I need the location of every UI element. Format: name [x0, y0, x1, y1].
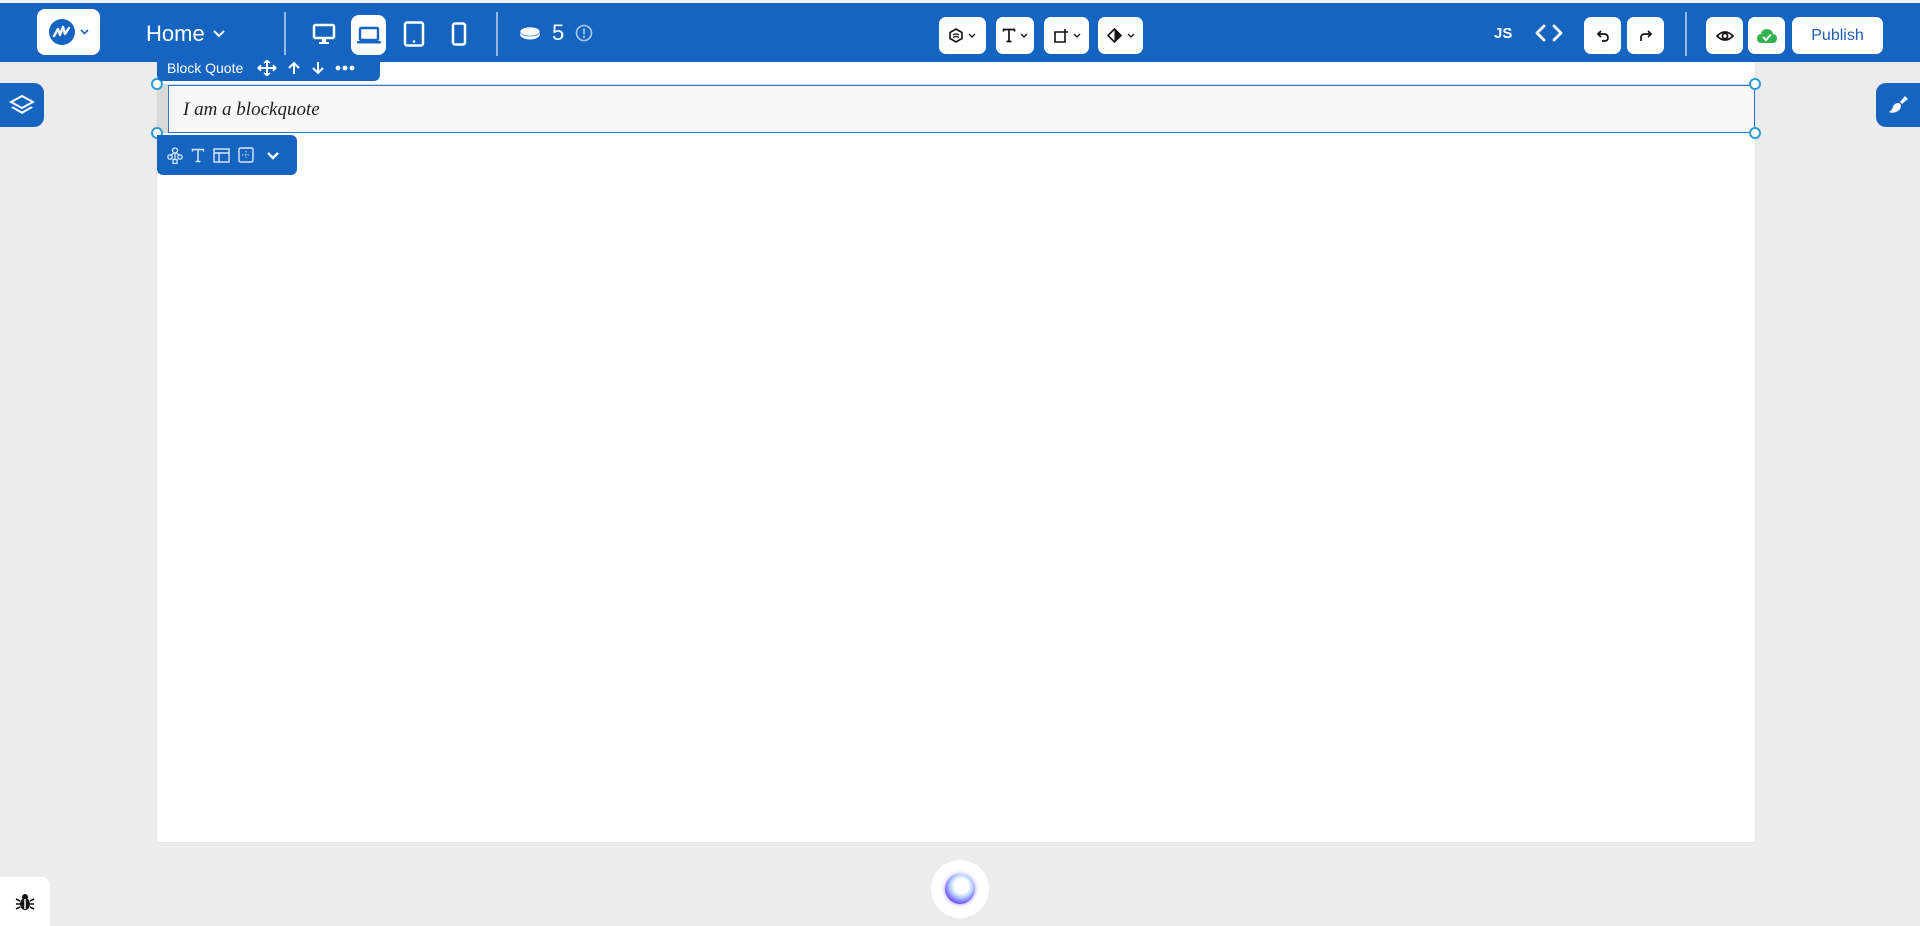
add-element-button[interactable] [1044, 17, 1089, 54]
credits-count: 5 [552, 20, 565, 45]
debug-button[interactable] [0, 877, 50, 926]
ai-orb-icon [945, 874, 975, 904]
layers-icon [9, 94, 35, 114]
eye-icon [1715, 30, 1734, 41]
blockquote-element[interactable]: I am a blockquote [168, 85, 1755, 133]
resize-handle-top-right[interactable] [1749, 78, 1761, 90]
undo-button[interactable] [1584, 17, 1621, 54]
component-tool-button[interactable] [939, 17, 986, 54]
brush-icon [1889, 96, 1908, 113]
info-icon [575, 24, 593, 42]
element-tools-bar [157, 135, 297, 175]
page-name: Home [146, 21, 205, 46]
laptop-icon [356, 26, 381, 44]
cube-icon [949, 28, 963, 43]
layout-icon[interactable] [213, 147, 230, 163]
undo-icon [1596, 29, 1609, 42]
mobile-icon [451, 22, 467, 46]
redo-button[interactable] [1627, 17, 1664, 54]
device-desktop-button[interactable] [307, 17, 341, 51]
custom-js-button[interactable]: JS [1494, 25, 1512, 42]
chevron-down-icon[interactable] [266, 151, 280, 160]
theme-tool-button[interactable] [1098, 17, 1143, 54]
page-canvas[interactable] [157, 62, 1755, 842]
chevron-down-icon [1073, 33, 1080, 38]
device-laptop-button[interactable] [351, 15, 386, 55]
device-mobile-button[interactable] [442, 16, 476, 52]
more-icon[interactable] [335, 65, 355, 71]
preview-button[interactable] [1706, 17, 1743, 54]
hierarchy-icon[interactable] [167, 146, 183, 164]
credits-info-button[interactable] [575, 24, 593, 42]
bug-icon [15, 893, 35, 910]
brand-logo-icon [48, 19, 75, 45]
page-selector[interactable]: Home [146, 21, 225, 47]
redo-icon [1639, 29, 1652, 41]
blockquote-text[interactable]: I am a blockquote [183, 99, 320, 121]
layers-panel-button[interactable] [0, 83, 44, 127]
code-icon [1535, 24, 1563, 42]
tablet-icon [403, 21, 425, 47]
coin-icon [519, 26, 541, 40]
arrow-up-icon[interactable] [287, 61, 301, 75]
brand-menu-button[interactable] [37, 9, 100, 55]
spacing-icon[interactable] [238, 147, 254, 163]
selected-element-name: Block Quote [167, 60, 244, 76]
divider [284, 12, 286, 56]
device-tablet-button[interactable] [397, 16, 431, 52]
style-panel-button[interactable] [1876, 83, 1920, 127]
move-icon[interactable] [257, 60, 278, 76]
cloud-check-icon [1756, 28, 1777, 43]
resize-handle-bottom-right[interactable] [1749, 127, 1761, 139]
chevron-down-icon [212, 30, 225, 38]
selection-label-bar: Block Quote [157, 55, 380, 81]
divider [1685, 12, 1687, 56]
chevron-down-icon [968, 33, 976, 38]
publish-button[interactable]: Publish [1792, 17, 1883, 54]
add-shape-icon [1053, 28, 1068, 43]
text-icon [1002, 28, 1016, 43]
code-button[interactable] [1533, 20, 1565, 46]
divider [496, 12, 498, 56]
credits-indicator [518, 23, 542, 43]
top-toolbar: Home 5 JS Publish [0, 0, 1920, 62]
text-icon[interactable] [191, 148, 205, 163]
ai-assistant-button[interactable] [931, 860, 989, 918]
contrast-icon [1106, 28, 1122, 43]
arrow-down-icon[interactable] [311, 61, 325, 75]
chevron-down-icon [1127, 33, 1134, 38]
chevron-down-icon [79, 29, 89, 35]
text-tool-button[interactable] [996, 17, 1034, 54]
desktop-icon [312, 23, 336, 44]
chevron-down-icon [1020, 33, 1028, 38]
save-status-button[interactable] [1748, 17, 1785, 54]
